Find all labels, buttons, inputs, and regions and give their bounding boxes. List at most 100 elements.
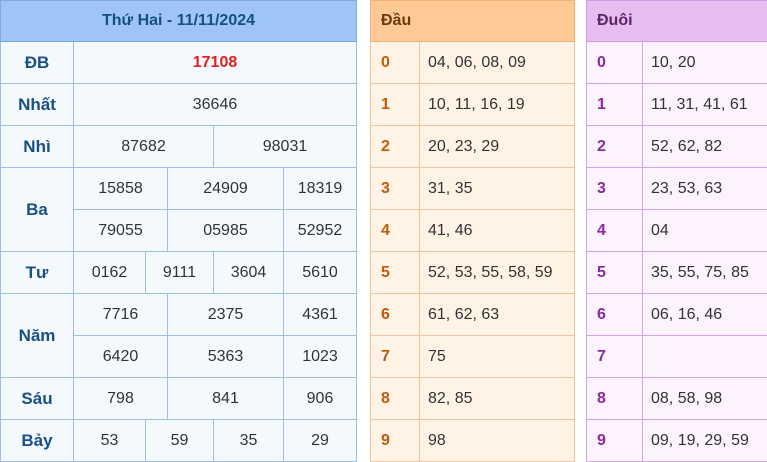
prize-value: 1023: [284, 336, 357, 378]
prize-value: 5610: [284, 252, 357, 294]
dau-row: 552, 53, 55, 58, 59: [371, 252, 575, 294]
dau-value: 61, 62, 63: [420, 294, 575, 336]
dau-row: 110, 11, 16, 19: [371, 84, 575, 126]
duoi-value: 11, 31, 41, 61: [643, 84, 767, 126]
dau-panel: Đầu 004, 06, 08, 09 110, 11, 16, 19 220,…: [370, 0, 574, 462]
results-panel: Thứ Hai - 11/11/2024 ĐB 17108 Nhất 36646…: [0, 0, 356, 462]
duoi-value: 52, 62, 82: [643, 126, 767, 168]
duoi-key: 0: [587, 42, 643, 84]
dau-value: 20, 23, 29: [420, 126, 575, 168]
prize-label-sau: Sáu: [1, 378, 74, 420]
prize-value: 52952: [284, 210, 357, 252]
prize-value: 906: [284, 378, 357, 420]
dau-row: 882, 85: [371, 378, 575, 420]
duoi-key: 7: [587, 336, 643, 378]
prize-row-tu: Tư 0162 9111 3604 5610: [1, 252, 357, 294]
dau-value: 41, 46: [420, 210, 575, 252]
dau-value: 10, 11, 16, 19: [420, 84, 575, 126]
prize-label-nhi: Nhì: [1, 126, 74, 168]
prize-row-ba: Ba 15858 24909 18319: [1, 168, 357, 210]
prize-value: 17108: [74, 42, 357, 84]
prize-value: 35: [214, 420, 284, 462]
prize-value: 0162: [74, 252, 146, 294]
duoi-table: Đuôi 010, 20 111, 31, 41, 61 252, 62, 82…: [586, 0, 767, 462]
prize-value: 24909: [168, 168, 284, 210]
duoi-row: 808, 58, 98: [587, 378, 767, 420]
dau-row: 331, 35: [371, 168, 575, 210]
prize-value: 53: [74, 420, 146, 462]
duoi-row: 909, 19, 29, 59: [587, 420, 767, 462]
prize-row-nhi: Nhì 87682 98031: [1, 126, 357, 168]
dau-row: 998: [371, 420, 575, 462]
dau-value: 82, 85: [420, 378, 575, 420]
duoi-value: 09, 19, 29, 59: [643, 420, 767, 462]
prize-value: 15858: [74, 168, 168, 210]
prize-value: 18319: [284, 168, 357, 210]
prize-label-db: ĐB: [1, 42, 74, 84]
duoi-title: Đuôi: [587, 1, 767, 42]
duoi-value: 08, 58, 98: [643, 378, 767, 420]
duoi-panel: Đuôi 010, 20 111, 31, 41, 61 252, 62, 82…: [586, 0, 767, 462]
duoi-row: 535, 55, 75, 85: [587, 252, 767, 294]
prize-row-nhat: Nhất 36646: [1, 84, 357, 126]
prize-value: 9111: [146, 252, 214, 294]
prize-label-ba: Ba: [1, 168, 74, 252]
duoi-row: 010, 20: [587, 42, 767, 84]
prize-value: 798: [74, 378, 168, 420]
dau-title: Đầu: [371, 1, 575, 42]
dau-table: Đầu 004, 06, 08, 09 110, 11, 16, 19 220,…: [370, 0, 575, 462]
duoi-value: [643, 336, 767, 378]
duoi-key: 2: [587, 126, 643, 168]
dau-key: 5: [371, 252, 420, 294]
prize-value: 2375: [168, 294, 284, 336]
dau-row: 441, 46: [371, 210, 575, 252]
prize-row-bay: Bảy 53 59 35 29: [1, 420, 357, 462]
duoi-key: 3: [587, 168, 643, 210]
dau-value: 52, 53, 55, 58, 59: [420, 252, 575, 294]
dau-key: 3: [371, 168, 420, 210]
prize-value: 87682: [74, 126, 214, 168]
duoi-row: 252, 62, 82: [587, 126, 767, 168]
dau-row: 775: [371, 336, 575, 378]
dau-key: 1: [371, 84, 420, 126]
duoi-row: 404: [587, 210, 767, 252]
duoi-key: 9: [587, 420, 643, 462]
prize-label-nam: Năm: [1, 294, 74, 378]
duoi-row: 7: [587, 336, 767, 378]
results-title: Thứ Hai - 11/11/2024: [1, 1, 357, 42]
dau-key: 2: [371, 126, 420, 168]
duoi-row: 606, 16, 46: [587, 294, 767, 336]
duoi-value: 10, 20: [643, 42, 767, 84]
duoi-key: 4: [587, 210, 643, 252]
dau-key: 4: [371, 210, 420, 252]
duoi-key: 1: [587, 84, 643, 126]
dau-row: 661, 62, 63: [371, 294, 575, 336]
dau-key: 9: [371, 420, 420, 462]
results-table: Thứ Hai - 11/11/2024 ĐB 17108 Nhất 36646…: [0, 0, 357, 462]
prize-label-nhat: Nhất: [1, 84, 74, 126]
prize-row-nam: Năm 7716 2375 4361: [1, 294, 357, 336]
duoi-key: 6: [587, 294, 643, 336]
dau-row: 004, 06, 08, 09: [371, 42, 575, 84]
dau-key: 6: [371, 294, 420, 336]
duoi-value: 04: [643, 210, 767, 252]
prize-value: 36646: [74, 84, 357, 126]
prize-value: 3604: [214, 252, 284, 294]
duoi-row: 111, 31, 41, 61: [587, 84, 767, 126]
prize-value: 5363: [168, 336, 284, 378]
prize-value: 4361: [284, 294, 357, 336]
prize-value: 6420: [74, 336, 168, 378]
prize-value: 29: [284, 420, 357, 462]
prize-label-tu: Tư: [1, 252, 74, 294]
prize-row-db: ĐB 17108: [1, 42, 357, 84]
duoi-row: 323, 53, 63: [587, 168, 767, 210]
dau-value: 31, 35: [420, 168, 575, 210]
prize-value: 841: [168, 378, 284, 420]
prize-value: 59: [146, 420, 214, 462]
prize-value: 7716: [74, 294, 168, 336]
prize-label-bay: Bảy: [1, 420, 74, 462]
prize-value: 98031: [214, 126, 357, 168]
dau-value: 98: [420, 420, 575, 462]
dau-row: 220, 23, 29: [371, 126, 575, 168]
duoi-value: 23, 53, 63: [643, 168, 767, 210]
